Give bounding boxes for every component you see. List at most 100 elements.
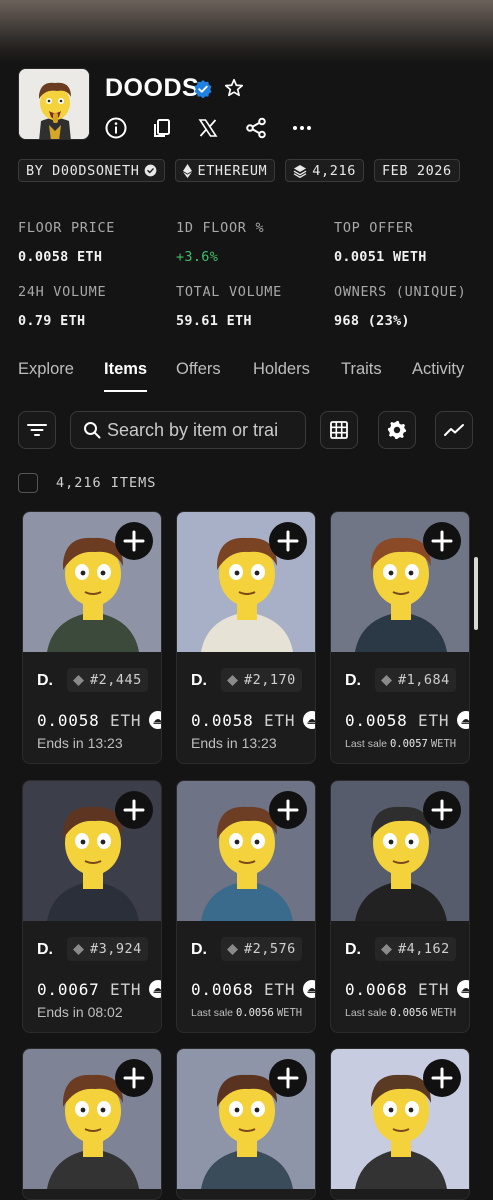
- item-price: 0.0068 ETH: [191, 980, 295, 999]
- date-chip: FEB 2026: [373, 159, 460, 182]
- last-sale-value: 0.0057: [389, 738, 428, 750]
- price-unit: ETH: [418, 711, 450, 730]
- stat-label: TOP OFFER: [334, 220, 414, 236]
- item-card[interactable]: D. #3,924 0.0067 ETH Ends in 08:02: [22, 780, 162, 1033]
- plus-icon: [277, 1067, 299, 1089]
- add-to-cart-button[interactable]: [269, 1059, 307, 1097]
- add-to-cart-button[interactable]: [423, 791, 461, 829]
- token-id-chip: #1,684: [375, 668, 456, 692]
- scrollbar[interactable]: [474, 557, 478, 630]
- item-price: 0.0068 ETH: [345, 980, 449, 999]
- settings-button[interactable]: [378, 411, 416, 449]
- gear-icon: [387, 420, 407, 440]
- token-id: #2,445: [90, 672, 142, 688]
- stat-value: +3.6%: [176, 249, 219, 265]
- item-name: D.: [37, 672, 53, 689]
- x-button[interactable]: [198, 114, 245, 142]
- add-to-cart-button[interactable]: [269, 522, 307, 560]
- tab-holders[interactable]: Holders: [253, 360, 310, 379]
- filter-button[interactable]: [18, 411, 56, 449]
- diamond-icon: [227, 674, 238, 686]
- item-card[interactable]: D. #1,684 0.0058 ETH Last sale 0.0057 WETH: [330, 511, 470, 764]
- creator-label: BY D00DSONETH: [26, 162, 140, 179]
- diamond-icon: [381, 674, 392, 686]
- stat-floor-price: FLOOR PRICE 0.0058 ETH: [18, 220, 176, 265]
- stat-label: FLOOR PRICE: [18, 220, 116, 236]
- item-card[interactable]: [330, 1048, 470, 1200]
- collection-banner: [0, 0, 493, 64]
- item-card[interactable]: D. #2,576 0.0068 ETH Last sale 0.0056 WETH: [176, 780, 316, 1033]
- token-id-chip: #3,924: [67, 937, 148, 961]
- last-sale-label: Last sale: [345, 1007, 388, 1019]
- copy-icon: [154, 119, 170, 137]
- token-id-chip: #2,170: [221, 668, 302, 692]
- price-value: 0.0058: [345, 711, 408, 730]
- collection-logo: [18, 68, 90, 140]
- stat-owners: OWNERS (UNIQUE) 968 (23%): [334, 284, 492, 329]
- copy-button[interactable]: [151, 114, 198, 142]
- auction-timer: Ends in 13:23: [37, 735, 123, 751]
- item-card[interactable]: D. #4,162 0.0068 ETH Last sale 0.0056 WETH: [330, 780, 470, 1033]
- marketplace-icon: [457, 980, 469, 998]
- add-to-cart-button[interactable]: [269, 791, 307, 829]
- stat-1d-floor: 1D FLOOR % +3.6%: [176, 220, 334, 265]
- star-icon[interactable]: [223, 77, 245, 99]
- grid-view-button[interactable]: [320, 411, 358, 449]
- item-card[interactable]: D. #2,445 0.0058 ETH Ends in 13:23: [22, 511, 162, 764]
- supply-chip: 4,216: [285, 159, 364, 182]
- stat-label: 1D FLOOR %: [176, 220, 265, 236]
- date-label: FEB 2026: [381, 162, 452, 179]
- item-name: D.: [345, 941, 361, 958]
- tab-traits[interactable]: Traits: [341, 360, 382, 379]
- price-unit: ETH: [110, 711, 142, 730]
- stat-label: 24H VOLUME: [18, 284, 107, 300]
- tab-offers[interactable]: Offers: [176, 360, 221, 379]
- info-button[interactable]: [104, 114, 151, 142]
- select-all-checkbox[interactable]: [18, 473, 38, 493]
- share-button[interactable]: [245, 114, 292, 142]
- token-id-chip: #2,576: [221, 937, 302, 961]
- token-id: #2,576: [244, 941, 296, 957]
- last-sale-unit: WETH: [430, 1007, 457, 1019]
- add-to-cart-button[interactable]: [115, 791, 153, 829]
- items-count: 4,216 ITEMS: [56, 475, 157, 491]
- item-card[interactable]: [176, 1048, 316, 1200]
- stat-label: OWNERS (UNIQUE): [334, 284, 467, 300]
- price-unit: ETH: [418, 980, 450, 999]
- filter-icon: [27, 424, 47, 436]
- last-sale-label: Last sale: [345, 738, 388, 750]
- collection-chips: BY D00DSONETH ETHEREUM 4,216 FEB 2026: [18, 159, 460, 182]
- item-card[interactable]: D. #2,170 0.0058 ETH Ends in 13:23: [176, 511, 316, 764]
- item-card[interactable]: [22, 1048, 162, 1200]
- plus-icon: [277, 530, 299, 552]
- plus-icon: [431, 799, 453, 821]
- diamond-icon: [381, 943, 392, 955]
- search-icon: [84, 422, 101, 439]
- collection-tabs: Explore Items Offers Holders Traits Acti…: [18, 360, 493, 394]
- diamond-icon: [73, 943, 84, 955]
- last-sale: Last sale 0.0056 WETH: [191, 1007, 302, 1019]
- item-name: D.: [345, 672, 361, 689]
- price-value: 0.0068: [345, 980, 408, 999]
- plus-icon: [123, 1067, 145, 1089]
- layers-icon: [293, 164, 307, 178]
- tab-explore[interactable]: Explore: [18, 360, 74, 379]
- chart-view-button[interactable]: [435, 411, 473, 449]
- creator-chip[interactable]: BY D00DSONETH: [18, 159, 166, 182]
- add-to-cart-button[interactable]: [115, 522, 153, 560]
- chain-chip[interactable]: ETHEREUM: [175, 159, 276, 182]
- add-to-cart-button[interactable]: [423, 522, 461, 560]
- items-toolbar: [18, 411, 478, 449]
- more-button[interactable]: [292, 114, 339, 142]
- add-to-cart-button[interactable]: [423, 1059, 461, 1097]
- token-id: #4,162: [398, 941, 450, 957]
- add-to-cart-button[interactable]: [115, 1059, 153, 1097]
- item-name: D.: [191, 941, 207, 958]
- verified-badge-icon: [145, 164, 157, 177]
- price-unit: ETH: [264, 711, 296, 730]
- search-input[interactable]: [107, 419, 297, 441]
- tab-items[interactable]: Items: [104, 360, 148, 392]
- trending-icon: [444, 424, 464, 436]
- tab-activity[interactable]: Activity: [412, 360, 464, 379]
- stat-24h-volume: 24H VOLUME 0.79 ETH: [18, 284, 176, 329]
